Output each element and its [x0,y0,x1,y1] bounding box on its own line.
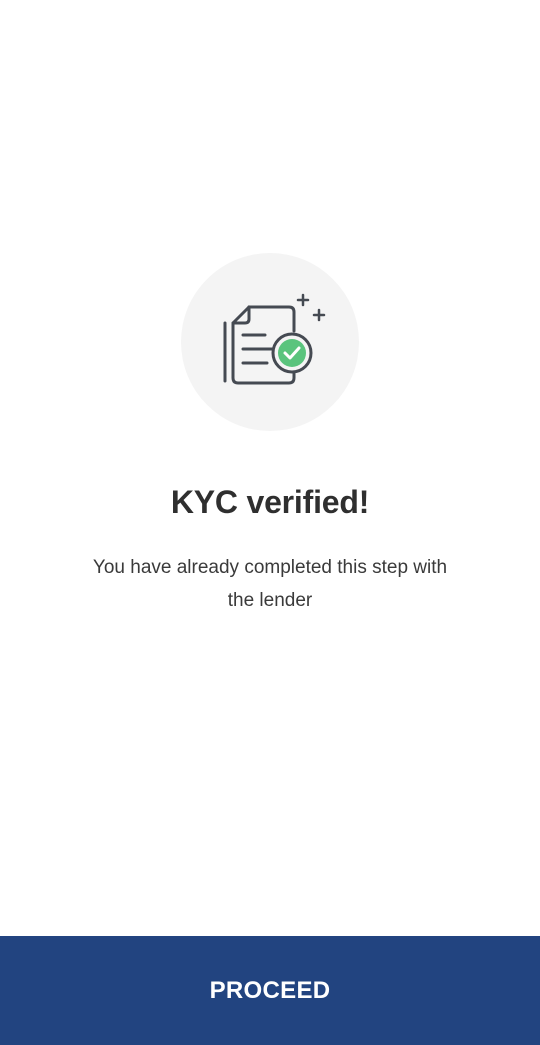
status-message: You have already completed this step wit… [92,557,448,611]
kyc-verified-icon [181,253,359,431]
status-title: KYC verified! [170,484,370,520]
document-check-icon [223,293,326,385]
proceed-button-label: PROCEED [209,976,331,1004]
proceed-button[interactable]: PROCEED [0,936,540,1045]
kyc-status-screen: KYC verified! You have already completed… [0,0,540,1045]
